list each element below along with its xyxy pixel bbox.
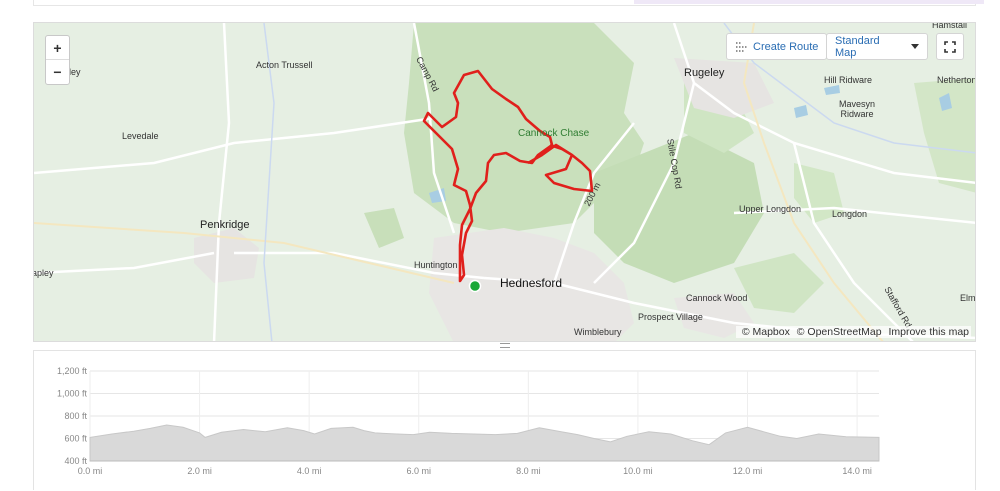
x-tick-label: 6.0 mi (406, 466, 431, 476)
attribution-mapbox-link[interactable]: © Mapbox (742, 326, 790, 338)
x-tick-label: 8.0 mi (516, 466, 541, 476)
x-tick-label: 0.0 mi (78, 466, 103, 476)
zoom-control: + − (45, 35, 70, 85)
map-base (34, 23, 975, 341)
place-label-cannock-wood: Cannock Wood (686, 293, 748, 303)
place-label-apley: apley (33, 268, 54, 278)
place-label-rugeley: Rugeley (684, 67, 725, 79)
map-style-dropdown[interactable]: Standard Map (826, 33, 928, 60)
map-view[interactable]: Hamstall dley Acton Trussell Camp Rd Rug… (33, 22, 976, 342)
place-label-wimblebury: Wimblebury (574, 327, 622, 337)
fullscreen-button[interactable] (936, 33, 964, 60)
y-tick-label: 800 ft (64, 411, 87, 421)
place-label-longdon: Longdon (832, 209, 868, 219)
fullscreen-icon (944, 40, 956, 53)
place-label-upper-longdon: Upper Longdon (739, 204, 802, 214)
resize-handle[interactable] (500, 343, 510, 348)
x-tick-label: 12.0 mi (733, 466, 763, 476)
x-tick-label: 2.0 mi (187, 466, 212, 476)
caret-down-icon (911, 44, 919, 49)
place-label-prospect-village: Prospect Village (638, 312, 703, 322)
y-tick-label: 1,000 ft (57, 389, 88, 399)
top-strip (33, 0, 984, 6)
place-label-cannock-chase: Cannock Chase (518, 128, 590, 139)
create-route-label: Create Route (753, 40, 819, 53)
zoom-out-button[interactable]: − (46, 60, 69, 84)
place-label-hednesford: Hednesford (500, 276, 563, 290)
place-label-elmh: Elmh (960, 293, 976, 303)
x-tick-label: 10.0 mi (623, 466, 653, 476)
elevation-area (89, 424, 880, 462)
map-attribution: © Mapbox © OpenStreetMap Improve this ma… (735, 326, 971, 338)
elevation-chart: 400 ft 600 ft 800 ft 1,000 ft 1,200 ft 0.0 mi… (57, 366, 880, 476)
place-label-penkridge: Penkridge (200, 219, 250, 231)
place-label-mavesyn-ridware: Mavesyn Ridware (839, 99, 876, 119)
place-label-levedale: Levedale (122, 131, 159, 141)
start-marker-icon[interactable] (468, 279, 482, 293)
y-tick-label: 400 ft (64, 456, 87, 466)
improve-map-link[interactable]: Improve this map (888, 326, 969, 338)
place-label-acton-trussell: Acton Trussell (256, 60, 313, 70)
route-dotted-icon (736, 41, 748, 52)
elevation-panel: 400 ft 600 ft 800 ft 1,000 ft 1,200 ft 0.0 mi… (33, 350, 976, 490)
y-tick-label: 600 ft (64, 434, 87, 444)
place-label-hill-ridware: Hill Ridware (824, 75, 873, 85)
place-label-netherton: Netherton (937, 75, 976, 85)
zoom-in-button[interactable]: + (46, 36, 69, 60)
attribution-osm-link[interactable]: © OpenStreetMap (797, 326, 882, 338)
x-tick-label: 4.0 mi (297, 466, 322, 476)
create-route-button[interactable]: Create Route (726, 33, 828, 60)
map-style-label: Standard Map (835, 34, 880, 59)
place-label-hamstall: Hamstall (932, 22, 968, 30)
x-tick-label: 14.0 mi (842, 466, 872, 476)
y-tick-label: 1,200 ft (57, 366, 88, 376)
top-strip-tint (634, 0, 984, 4)
place-label-huntington: Huntington (414, 260, 458, 270)
